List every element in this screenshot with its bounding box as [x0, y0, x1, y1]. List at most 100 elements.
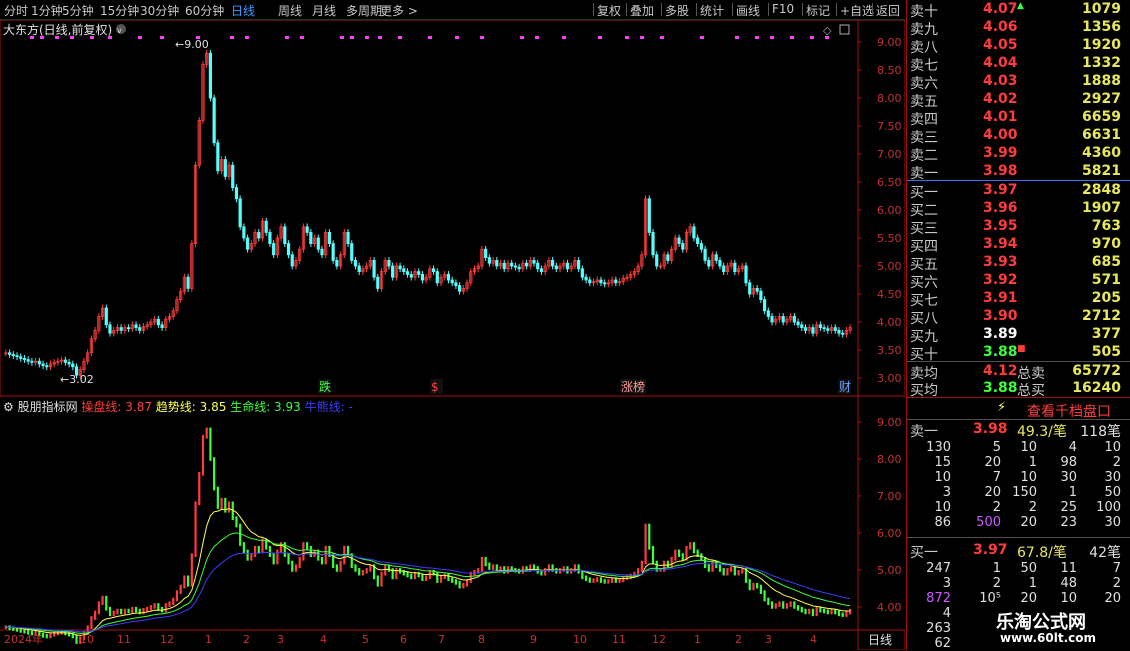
thousand-level-button[interactable]: 查看千档盘口: [1027, 401, 1111, 421]
period-1[interactable]: 1分钟: [31, 2, 63, 19]
candle-body: [238, 198, 242, 228]
queue-cell: 2: [992, 500, 1001, 515]
period-3[interactable]: 15分钟: [100, 2, 139, 19]
ind-y-tick-label: 4.00: [877, 601, 902, 614]
ask-row[interactable]: 卖六 4.03 1888: [907, 73, 1130, 92]
ob-level-label: 买二: [910, 203, 938, 219]
y-tick-label: 8.00: [877, 92, 902, 105]
diamond-icon[interactable]: ◇: [823, 24, 832, 37]
toolbar-separator: [696, 3, 697, 16]
event-badge[interactable]: $: [431, 380, 439, 394]
bid-row[interactable]: 买十 3.88 505 ■: [907, 344, 1130, 363]
y-tick-label: 5.00: [877, 260, 902, 273]
candle-body: [126, 327, 131, 330]
candle-body: [770, 315, 774, 323]
event-badge[interactable]: 涨榜: [621, 379, 645, 394]
ask-row[interactable]: 卖三 4.00 6631: [907, 127, 1130, 146]
toolbar-btn-0[interactable]: 复权: [597, 2, 621, 19]
queue-price: 3.97: [973, 542, 1008, 558]
period-2[interactable]: 5分钟: [62, 2, 94, 19]
toolbar-btn-6[interactable]: 标记: [806, 2, 830, 19]
period-toolbar: 分时 1分钟 5分钟 15分钟 30分钟 60分钟 日线 周线 月线 多周期 更多 > 复权 叠加 多股统…: [0, 0, 905, 20]
bid-row[interactable]: 买八 3.90 2712: [907, 308, 1130, 327]
period-7[interactable]: 周线: [278, 2, 302, 19]
candle-body: [286, 243, 291, 256]
signal-dot: [640, 36, 644, 39]
signal-dot: [810, 36, 814, 39]
queue-count: 118笔: [1080, 424, 1121, 440]
period-8[interactable]: 月线: [312, 2, 336, 19]
ask-row[interactable]: 卖十 4.07 1079 ▲: [907, 1, 1130, 20]
candle-body: [524, 262, 529, 267]
queue-cell: 1: [1028, 455, 1037, 470]
signal-dot: [770, 36, 774, 39]
ask-row[interactable]: 卖七 4.04 1332: [907, 55, 1130, 74]
x-axis-label: 2: [243, 633, 250, 646]
chevron-down-icon[interactable]: v: [117, 26, 122, 35]
bid-row[interactable]: 买一 3.97 2848: [907, 182, 1130, 201]
ask-row[interactable]: 卖五 4.02 2927: [907, 91, 1130, 110]
candle-body: [398, 265, 402, 270]
sell-queue-row: 15 20 1 98 2: [907, 455, 1130, 470]
bid-row[interactable]: 买五 3.93 685: [907, 254, 1130, 273]
divider: [907, 419, 1130, 420]
divider: [907, 537, 1130, 538]
signal-dot: [160, 36, 164, 39]
toolbar-separator: [626, 3, 627, 16]
bid-row[interactable]: 买六 3.92 571: [907, 272, 1130, 291]
y-tick-label: 8.50: [877, 64, 902, 77]
sell-queue-row: 86 500 20 23 30: [907, 515, 1130, 530]
ask-row[interactable]: 卖二 3.99 4360: [907, 145, 1130, 164]
queue-cell: 48: [1060, 576, 1077, 591]
bid-row[interactable]: 买七 3.91 205: [907, 290, 1130, 309]
ob-level-label: 卖五: [910, 94, 938, 110]
period-0[interactable]: 分时: [4, 2, 28, 19]
bid-row[interactable]: 买二 3.96 1907: [907, 200, 1130, 219]
period-6[interactable]: 日线: [231, 2, 255, 19]
candle-body: [268, 231, 272, 244]
toolbar-btn-8[interactable]: 返回: [876, 2, 900, 19]
queue-cell: 98: [1060, 455, 1077, 470]
ob-price: 4.04: [983, 55, 1018, 71]
event-badge[interactable]: 跌: [319, 379, 331, 394]
candle-body: [655, 254, 659, 267]
watermark: 乐淘公式网 www.60lt.com: [990, 606, 1126, 650]
period-5[interactable]: 60分钟: [185, 2, 224, 19]
period-4[interactable]: 30分钟: [140, 2, 179, 19]
ob-level-label: 买三: [910, 221, 938, 237]
bid-row[interactable]: 买九 3.89 377: [907, 326, 1130, 345]
ask-row[interactable]: 卖九 4.06 1356: [907, 19, 1130, 38]
event-badge[interactable]: 财: [839, 380, 851, 394]
candle-body: [458, 285, 462, 292]
toolbar-btn-1[interactable]: 叠加: [630, 2, 654, 19]
toolbar-btn-7[interactable]: +自选: [840, 2, 874, 19]
signal-dot: [378, 36, 382, 39]
signal-dot: [90, 36, 94, 39]
toolbar-btn-3[interactable]: 统计: [700, 2, 724, 19]
spread-line: [907, 180, 1130, 181]
y-tick-label: 3.50: [877, 344, 902, 357]
total-volume: 65772: [1072, 363, 1121, 379]
period-10[interactable]: 更多 >: [380, 2, 418, 19]
period-9[interactable]: 多周期: [346, 2, 382, 19]
bid-row[interactable]: 买四 3.94 970: [907, 236, 1130, 255]
maximize-icon[interactable]: [839, 24, 850, 35]
candle-body: [703, 248, 707, 261]
queue-cell: 5: [992, 440, 1001, 455]
toolbar-btn-5[interactable]: F10: [772, 2, 794, 16]
toolbar-btn-4[interactable]: 画线: [736, 2, 760, 19]
queue-cell: 62: [934, 636, 951, 651]
ask-row[interactable]: 卖八 4.05 1920: [907, 37, 1130, 56]
ob-volume: 6631: [1082, 127, 1121, 143]
ind-y-tick-label: 9.00: [877, 416, 902, 429]
toolbar-btn-2[interactable]: 多股: [665, 2, 689, 19]
bid-row[interactable]: 买三 3.95 763: [907, 218, 1130, 237]
ask-row[interactable]: 卖一 3.98 5821: [907, 163, 1130, 182]
ask-row[interactable]: 卖四 4.01 6659: [907, 109, 1130, 128]
ob-level-label: 卖七: [910, 58, 938, 74]
queue-cell: 50: [1020, 561, 1037, 576]
candle-body: [283, 226, 287, 245]
queue-cell: 2: [1112, 455, 1121, 470]
candle-body: [818, 324, 822, 328]
ob-volume: 2848: [1082, 182, 1121, 198]
